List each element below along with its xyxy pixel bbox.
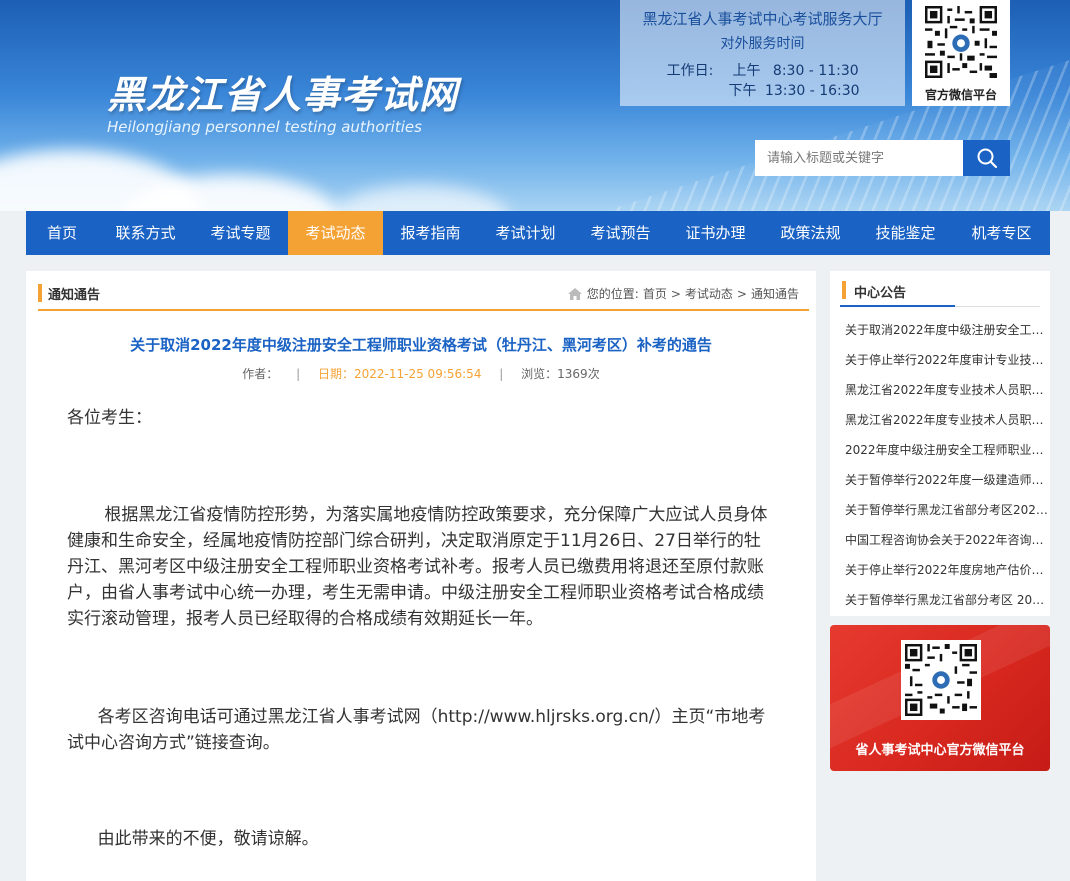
list-item[interactable]: 关于停止举行2022年度房地产估价… xyxy=(845,559,1048,589)
article-paragraph: 由此带来的不便，敬请谅解。 xyxy=(97,829,319,849)
service-title: 黑龙江省人事考试中心考试服务大厅 xyxy=(642,10,883,28)
service-hours-panel: 黑龙江省人事考试中心考试服务大厅 对外服务时间 工作日: 上午 8:30 - 1… xyxy=(620,0,905,106)
meta-date: 日期：2022-11-25 09:56:54 xyxy=(318,367,482,381)
breadcrumb-label: 您的位置: xyxy=(586,287,639,301)
nav-item-exam-preview[interactable]: 考试预告 xyxy=(573,211,668,255)
am-time: 8:30 - 11:30 xyxy=(772,63,859,79)
article-paragraph: 各考区咨询电话可通过黑龙江省人事考试网（http://www.hljrsks.o… xyxy=(67,707,766,753)
pm-time: 13:30 - 16:30 xyxy=(764,83,860,99)
qr-code-icon xyxy=(905,644,977,716)
list-item[interactable]: 关于停止举行2022年度审计专业技… xyxy=(845,349,1048,379)
section-header: 通知通告 您的位置: 首页 > 考试动态 > 通知通告 xyxy=(38,283,809,311)
nav-item-home[interactable]: 首页 xyxy=(26,211,98,255)
search-input[interactable] xyxy=(755,140,963,176)
section-accent-bar xyxy=(38,284,42,302)
article-panel: 通知通告 您的位置: 首页 > 考试动态 > 通知通告 关于取消2022年度中级… xyxy=(26,271,816,881)
service-pm-row: 下午 13:30 - 16:30 xyxy=(660,80,860,100)
search-button[interactable] xyxy=(963,140,1010,176)
meta-separator: | xyxy=(296,367,301,381)
service-subtitle: 对外服务时间 xyxy=(720,36,805,52)
wechat-qr-box xyxy=(901,640,981,720)
nav-item-skills[interactable]: 技能鉴定 xyxy=(858,211,953,255)
nav-item-exam-topics[interactable]: 考试专题 xyxy=(193,211,288,255)
sidebar-underline xyxy=(840,305,955,307)
breadcrumb-exam-news[interactable]: 考试动态 xyxy=(685,285,733,302)
nav-item-exam-news[interactable]: 考试动态 xyxy=(288,211,383,255)
list-item[interactable]: 关于暂停举行2022年度一级建造师… xyxy=(845,469,1048,499)
list-item[interactable]: 黑龙江省2022年度专业技术人员职… xyxy=(845,409,1048,439)
sidebar-accent-bar xyxy=(842,281,846,299)
sidebar-announcements: 中心公告 关于取消2022年度中级注册安全工… 关于停止举行2022年度审计专业… xyxy=(830,271,1050,616)
section-title: 通知通告 xyxy=(48,288,101,303)
nav-item-certificate[interactable]: 证书办理 xyxy=(668,211,763,255)
nav-item-policy[interactable]: 政策法规 xyxy=(763,211,858,255)
breadcrumb: 您的位置: 首页 > 考试动态 > 通知通告 xyxy=(567,285,799,302)
workday-label: 工作日: xyxy=(666,63,714,79)
list-item[interactable]: 关于暂停举行黑龙江省部分考区 202… xyxy=(845,589,1048,619)
wechat-promo-card[interactable]: 省人事考试中心官方微信平台 xyxy=(830,625,1050,771)
list-item[interactable]: 关于取消2022年度中级注册安全工… xyxy=(845,319,1048,349)
pm-label: 下午 xyxy=(728,83,757,99)
breadcrumb-notices[interactable]: 通知通告 xyxy=(751,285,799,302)
article-title: 关于取消2022年度中级注册安全工程师职业资格考试（牡丹江、黑河考区）补考的通告 xyxy=(130,336,712,354)
site-header: 黑龙江省人事考试网 Heilongjiang personnel testing… xyxy=(0,0,1070,211)
cloud-decoration xyxy=(330,185,510,211)
article-meta: 作者： | 日期：2022-11-25 09:56:54 | 浏览：1369次 xyxy=(26,365,816,382)
search-bar xyxy=(755,140,1010,176)
list-item[interactable]: 2022年度中级注册安全工程师职业… xyxy=(845,439,1048,469)
am-label: 上午 xyxy=(732,63,761,79)
list-item[interactable]: 中国工程咨询协会关于2022年咨询… xyxy=(845,529,1048,559)
site-logo-title[interactable]: 黑龙江省人事考试网 xyxy=(107,64,458,119)
nav-item-exam-plan[interactable]: 考试计划 xyxy=(478,211,573,255)
meta-author: 作者： xyxy=(242,367,279,381)
list-item[interactable]: 黑龙江省2022年度专业技术人员职… xyxy=(845,379,1048,409)
nav-item-computer-exam[interactable]: 机考专区 xyxy=(953,211,1050,255)
article-paragraph: 根据黑龙江省疫情防控形势，为落实属地疫情防控政策要求，充分保障广大应试人员身体健… xyxy=(67,505,768,629)
qr-caption: 官方微信平台 xyxy=(924,88,997,102)
list-item[interactable]: 关于暂停举行黑龙江省部分考区202… xyxy=(845,499,1048,529)
meta-views: 浏览：1369次 xyxy=(521,367,600,381)
qr-code-icon xyxy=(925,6,997,78)
nav-item-contact[interactable]: 联系方式 xyxy=(98,211,193,255)
home-icon xyxy=(567,287,582,300)
service-am-row: 工作日: 上午 8:30 - 11:30 xyxy=(660,60,859,80)
breadcrumb-sep: > xyxy=(736,286,747,301)
announcement-list: 关于取消2022年度中级注册安全工… 关于停止举行2022年度审计专业技… 黑龙… xyxy=(845,319,1048,619)
site-logo-subtitle: Heilongjiang personnel testing authoriti… xyxy=(107,118,422,136)
main-nav: 首页 联系方式 考试专题 考试动态 报考指南 考试计划 考试预告 证书办理 政策… xyxy=(26,211,1050,255)
meta-separator: | xyxy=(499,367,504,381)
wechat-caption: 省人事考试中心官方微信平台 xyxy=(855,743,1025,758)
sidebar-header: 中心公告 xyxy=(840,281,1040,307)
breadcrumb-home[interactable]: 首页 xyxy=(643,285,667,302)
sidebar-title: 中心公告 xyxy=(854,286,907,301)
breadcrumb-sep: > xyxy=(670,286,681,301)
article-greeting: 各位考生： xyxy=(67,408,152,428)
wechat-qr-panel: 官方微信平台 xyxy=(912,0,1010,106)
search-icon xyxy=(977,148,997,169)
nav-item-guide[interactable]: 报考指南 xyxy=(383,211,478,255)
